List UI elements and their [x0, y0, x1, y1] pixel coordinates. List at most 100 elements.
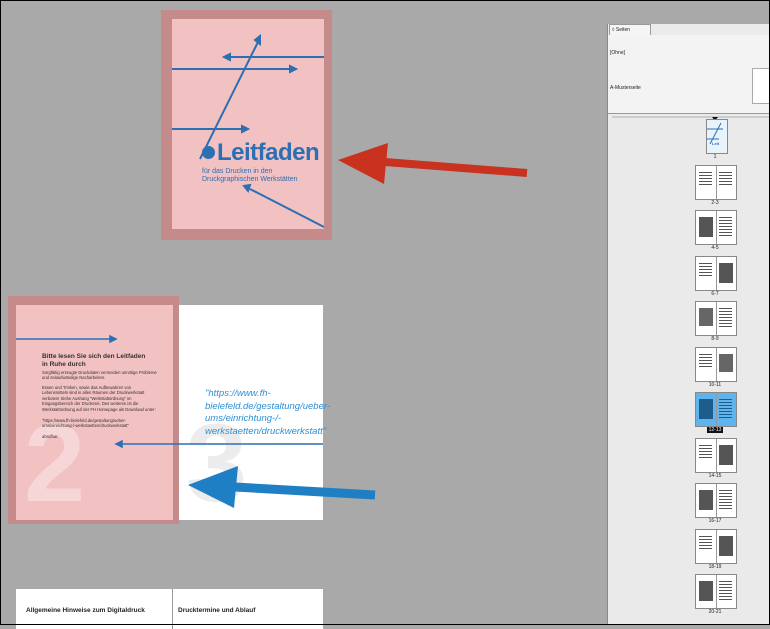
thumbnail-text-line — [719, 402, 732, 403]
thumbnail-text-line — [699, 541, 712, 543]
thumbnail-text-line — [699, 538, 712, 540]
thumbnail-fold — [716, 256, 717, 290]
thumbnail-fold — [716, 165, 717, 199]
thumbnail-fold — [716, 211, 717, 244]
thumbnail-text-line — [719, 174, 732, 176]
master-a-thumbnail[interactable] — [752, 68, 770, 104]
thumbnail-text-line — [699, 268, 712, 270]
thumbnail-text-line — [699, 447, 712, 449]
svg-text:Leit: Leit — [712, 141, 720, 146]
page-2-arrow-head — [109, 334, 118, 344]
blue-arrow-head — [188, 466, 238, 508]
thumbnail-text-line — [699, 180, 712, 182]
page-label-20-21[interactable]: 20-21 — [685, 609, 745, 615]
thumbnail-text-line — [719, 411, 732, 412]
thumbnail-text-line — [699, 262, 712, 264]
page-label-text: 12-13 — [706, 427, 724, 433]
page-label-text: 2-3 — [711, 199, 719, 206]
thumbnail-text-line — [699, 535, 712, 537]
page-label-18-19[interactable]: 18-19 — [685, 564, 745, 570]
thumbnail-text-line — [699, 274, 712, 276]
thumbnail-text-line — [719, 414, 732, 415]
page-label-16-17[interactable]: 16-17 — [685, 518, 745, 524]
thumbnail-text-line — [699, 453, 712, 455]
thumbnail-text-line — [719, 587, 732, 588]
annotation-layer — [16, 143, 528, 508]
page-thumbnail-12-13[interactable] — [695, 392, 737, 427]
thumbnail-fold — [716, 347, 717, 381]
page-thumbnail-16-17[interactable] — [695, 483, 737, 518]
thumbnail-text-line — [719, 232, 732, 233]
thumbnail-text-line — [719, 235, 732, 236]
thumbnail-text-line — [719, 229, 732, 230]
thumbnail-text-line — [719, 326, 732, 327]
thumbnail-text-line — [719, 496, 732, 497]
page-label-1[interactable]: 1 — [685, 154, 745, 160]
thumbnail-text-line — [719, 405, 732, 406]
page-label-12-13[interactable]: 12-13 — [685, 427, 745, 433]
thumbnail-text-line — [699, 177, 712, 179]
thumbnail-text-line — [699, 265, 712, 267]
thumbnail-text-line — [719, 308, 732, 309]
thumbnail-photo — [699, 308, 713, 326]
thumbnail-text-line — [719, 220, 732, 221]
thumbnail-text-line — [719, 593, 732, 594]
pages-panel-tab[interactable]: ◊ Seiten — [609, 24, 651, 35]
thumbnail-fold — [716, 302, 717, 335]
thumbnail-fold — [716, 484, 717, 517]
blue-annotation-arrow — [188, 466, 376, 508]
thumbnail-text-line — [719, 320, 732, 321]
thumbnail-text-line — [719, 590, 732, 591]
thumbnail-text-line — [719, 180, 732, 182]
page-label-8-9[interactable]: 8-9 — [685, 336, 745, 342]
page-thumbnail-4-5[interactable] — [695, 210, 737, 245]
thumbnail-text-line — [719, 226, 732, 227]
red-annotation-arrow — [338, 143, 528, 184]
thumbnail-text-block — [699, 217, 713, 237]
thumbnail-text-line — [699, 183, 712, 185]
blue-arrow-shaft — [234, 482, 376, 500]
master-a-label[interactable]: A-Musterseite — [610, 85, 641, 91]
thumbnail-text-line — [719, 493, 732, 494]
page-thumbnail-6-7[interactable] — [695, 255, 737, 291]
thumbnail-text-line — [699, 547, 712, 549]
page-thumbnail-18-19[interactable] — [695, 528, 737, 564]
thumbnail-text-line — [719, 408, 732, 409]
page-label-text: 10-11 — [708, 381, 722, 388]
thumbnail-text-line — [719, 223, 732, 224]
thumbnail-cover-graphic: Leit — [707, 122, 723, 146]
thumbnail-text-line — [719, 323, 732, 324]
thumbnail-text-line — [719, 502, 732, 503]
page-thumbnail-1[interactable]: Leit — [706, 119, 728, 154]
thumbnail-text-line — [719, 177, 732, 179]
pages-list[interactable] — [608, 114, 770, 625]
thumbnail-text-line — [719, 599, 732, 600]
thumbnail-text-line — [699, 353, 712, 355]
page-thumbnail-8-9[interactable] — [695, 301, 737, 336]
thumbnail-text-line — [699, 444, 712, 446]
page-label-10-11[interactable]: 10-11 — [685, 382, 745, 388]
thumbnail-text-line — [699, 356, 712, 358]
thumbnail-fold — [716, 393, 717, 426]
page-thumbnail-2-3[interactable] — [695, 164, 737, 200]
page-label-6-7[interactable]: 6-7 — [685, 291, 745, 297]
page-thumbnail-14-15[interactable] — [695, 437, 737, 473]
thumbnail-text-line — [719, 417, 732, 418]
thumbnail-text-line — [719, 311, 732, 312]
thumbnail-fold — [716, 438, 717, 472]
thumbnail-text-line — [699, 362, 712, 364]
page-thumbnail-20-21[interactable] — [695, 574, 737, 609]
thumbnail-text-line — [719, 183, 732, 185]
thumbnail-text-block — [699, 581, 713, 601]
page-label-2-3[interactable]: 2-3 — [685, 200, 745, 206]
thumbnail-text-line — [719, 584, 732, 585]
thumbnail-text-line — [699, 456, 712, 458]
thumbnail-text-line — [719, 217, 732, 218]
master-pages-section[interactable]: [Ohne] A-Musterseite — [608, 35, 770, 114]
page-thumbnail-10-11[interactable] — [695, 346, 737, 382]
thumbnail-text-line — [699, 171, 712, 173]
page-label-4-5[interactable]: 4-5 — [685, 245, 745, 251]
page-label-14-15[interactable]: 14-15 — [685, 473, 745, 479]
master-none-label[interactable]: [Ohne] — [610, 50, 625, 56]
thumbnail-photo — [719, 353, 733, 372]
